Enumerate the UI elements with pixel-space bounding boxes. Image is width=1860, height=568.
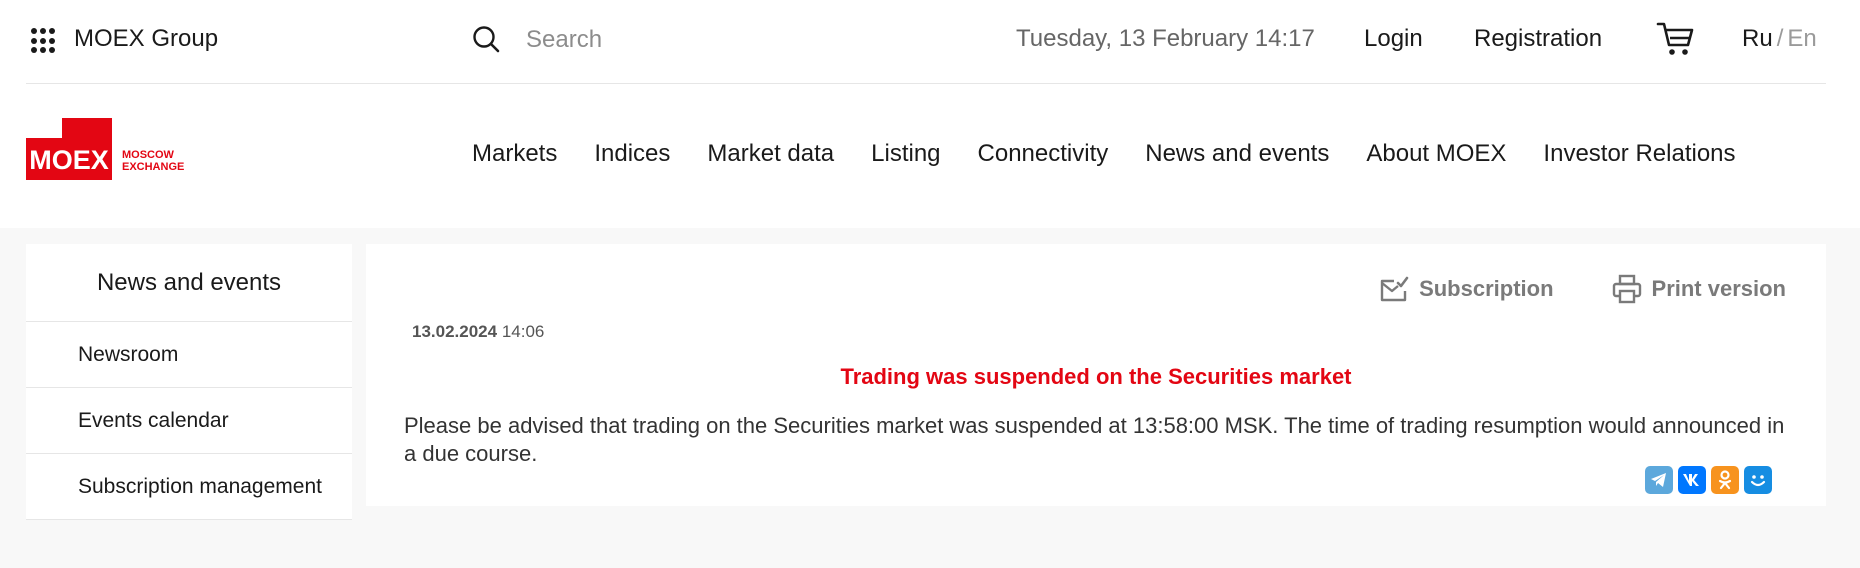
- logo-mark: MOEX: [29, 145, 109, 175]
- cart-icon[interactable]: [1656, 20, 1696, 58]
- nav-connectivity[interactable]: Connectivity: [978, 140, 1109, 174]
- odnoklassniki-icon[interactable]: [1711, 466, 1739, 494]
- language-switcher: Ru / En: [1742, 25, 1817, 53]
- nav-listing[interactable]: Listing: [871, 140, 940, 174]
- share-buttons: [1640, 466, 1772, 494]
- logo-line2: EXCHANGE: [122, 161, 184, 173]
- telegram-icon[interactable]: [1645, 466, 1673, 494]
- top-row: MOEX Group Tuesday, 13 February 14:17 Lo…: [26, 0, 1826, 84]
- lang-en-link[interactable]: En: [1787, 25, 1816, 52]
- nav-news-and-events[interactable]: News and events: [1145, 140, 1329, 174]
- sidebar-item-events-calendar[interactable]: Events calendar: [26, 388, 352, 454]
- article-actions: Subscription Print version: [1379, 274, 1786, 304]
- sidebar-item-subscription-management[interactable]: Subscription management: [26, 454, 352, 520]
- search-input[interactable]: [526, 20, 906, 60]
- sidebar: News and events Newsroom Events calendar…: [26, 244, 352, 520]
- current-datetime: Tuesday, 13 February 14:17: [1016, 25, 1315, 52]
- vk-icon[interactable]: [1678, 466, 1706, 494]
- subscription-label: Subscription: [1419, 276, 1554, 301]
- subscription-button[interactable]: Subscription: [1379, 275, 1554, 303]
- sidebar-item-newsroom[interactable]: Newsroom: [26, 322, 352, 388]
- moex-logo[interactable]: MOEX MOSCOW EXCHANGE: [26, 118, 188, 180]
- logo-line1: MOSCOW: [122, 149, 175, 161]
- nav-about-moex[interactable]: About MOEX: [1366, 140, 1506, 174]
- news-title: Trading was suspended on the Securities …: [840, 364, 1352, 389]
- print-version-button[interactable]: Print version: [1612, 274, 1786, 304]
- lang-ru-link[interactable]: Ru: [1742, 25, 1773, 52]
- lang-separator: /: [1776, 25, 1784, 52]
- main-nav: Markets Indices Market data Listing Conn…: [472, 140, 1736, 174]
- header: MOEX Group Tuesday, 13 February 14:17 Lo…: [0, 0, 1860, 228]
- registration-link[interactable]: Registration: [1474, 25, 1602, 53]
- nav-investor-relations[interactable]: Investor Relations: [1543, 140, 1735, 174]
- news-time: 14:06: [501, 322, 545, 341]
- apps-grid-icon[interactable]: [30, 27, 58, 55]
- news-body: Please be advised that trading on the Se…: [404, 413, 1785, 466]
- login-link[interactable]: Login: [1364, 25, 1423, 53]
- news-datetime: 13.02.2024 14:06: [412, 322, 544, 342]
- nav-markets[interactable]: Markets: [472, 140, 557, 174]
- moimir-icon[interactable]: [1744, 466, 1772, 494]
- search-icon[interactable]: [472, 25, 500, 53]
- news-date: 13.02.2024: [412, 322, 498, 341]
- news-article: Subscription Print version 13.02.2024 14…: [366, 244, 1826, 506]
- sidebar-title: News and events: [26, 244, 352, 322]
- print-version-label: Print version: [1651, 276, 1786, 301]
- nav-market-data[interactable]: Market data: [707, 140, 834, 174]
- moex-group-link[interactable]: MOEX Group: [74, 25, 218, 53]
- nav-indices[interactable]: Indices: [594, 140, 670, 174]
- envelope-icon: [1380, 276, 1409, 302]
- printer-icon: [1612, 274, 1641, 304]
